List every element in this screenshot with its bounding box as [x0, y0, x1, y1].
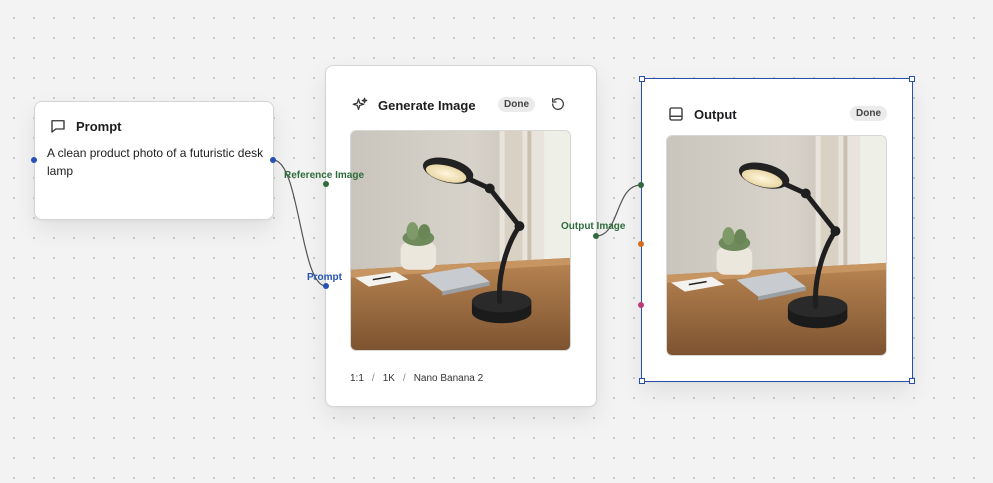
output-node-pink-input-port[interactable]	[638, 302, 644, 308]
message-square-icon	[49, 117, 67, 135]
generate-status-badge: Done	[498, 97, 535, 112]
sparkles-icon	[351, 96, 369, 114]
output-node-header: Output	[667, 105, 737, 123]
output-node[interactable]: Output Done	[641, 78, 913, 382]
prompt-input-port[interactable]	[323, 283, 329, 289]
output-image-port-label: Output Image	[561, 221, 626, 232]
output-image-port[interactable]	[593, 233, 599, 239]
refresh-icon[interactable]	[550, 96, 566, 112]
aspect-ratio-setting[interactable]: 1:1	[350, 373, 364, 384]
resize-handle-top-right[interactable]	[909, 76, 915, 82]
prompt-node-title: Prompt	[76, 118, 122, 134]
prompt-node-output-port[interactable]	[270, 157, 276, 163]
output-node-image-input-port[interactable]	[638, 182, 644, 188]
output-node-title: Output	[694, 106, 737, 122]
resize-handle-top-left[interactable]	[639, 76, 645, 82]
prompt-port-label: Prompt	[307, 272, 342, 283]
prompt-text[interactable]: A clean product photo of a futuristic de…	[47, 145, 265, 180]
resize-handle-bottom-right[interactable]	[909, 378, 915, 384]
prompt-node[interactable]: Prompt A clean product photo of a futuri…	[34, 101, 274, 220]
output-status-badge: Done	[850, 106, 887, 121]
prompt-node-input-port[interactable]	[31, 157, 37, 163]
generate-node-title: Generate Image	[378, 97, 476, 113]
generate-image-node[interactable]: Generate Image Done 1:1 / 1K / Nano Bana…	[325, 65, 597, 407]
output-image[interactable]	[666, 135, 887, 356]
reference-image-port-label: Reference Image	[284, 170, 365, 181]
panel-bottom-icon	[667, 105, 685, 123]
resize-handle-bottom-left[interactable]	[639, 378, 645, 384]
prompt-node-header: Prompt	[49, 117, 122, 135]
reference-image-input-port[interactable]	[323, 181, 329, 187]
resolution-setting[interactable]: 1K	[383, 373, 395, 384]
generation-settings[interactable]: 1:1 / 1K / Nano Banana 2	[350, 373, 483, 384]
generate-node-header: Generate Image	[351, 96, 476, 114]
output-node-orange-input-port[interactable]	[638, 241, 644, 247]
settings-separator: /	[371, 373, 375, 384]
model-setting[interactable]: Nano Banana 2	[414, 373, 484, 384]
generated-image[interactable]	[350, 130, 571, 351]
settings-separator: /	[402, 373, 406, 384]
